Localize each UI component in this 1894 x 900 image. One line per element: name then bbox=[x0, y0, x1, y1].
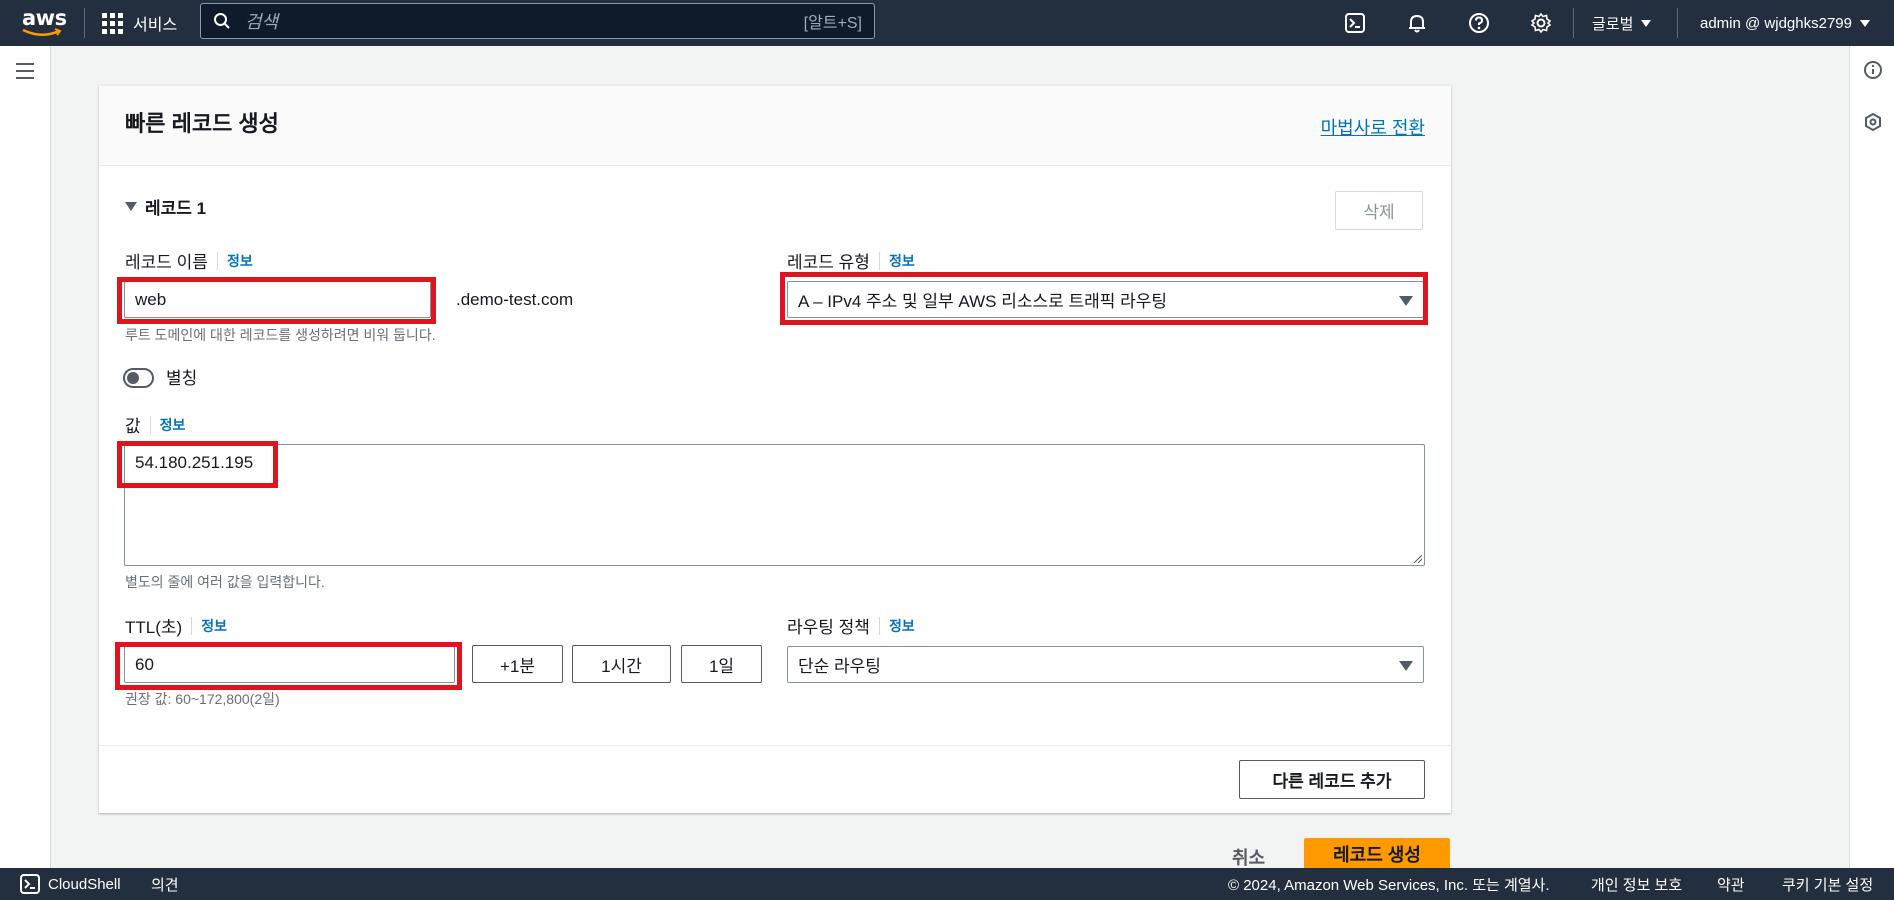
privacy-link[interactable]: 개인 정보 보호 bbox=[1591, 868, 1682, 900]
record-name-label-text: 레코드 이름 bbox=[125, 253, 208, 272]
chevron-down-icon bbox=[1641, 19, 1652, 27]
ttl-label: TTL(초) 정보 bbox=[125, 613, 227, 638]
create-records-button[interactable]: 레코드 생성 bbox=[1304, 838, 1450, 870]
top-navigation: aws 서비스 검색 [알트+S] 글로벌 admin @ wjdghks279… bbox=[0, 0, 1894, 46]
delete-button[interactable]: 삭제 bbox=[1335, 191, 1423, 230]
record-name-info-link[interactable]: 정보 bbox=[216, 251, 253, 270]
value-label: 값 정보 bbox=[125, 412, 185, 437]
aws-smile-icon bbox=[22, 28, 62, 36]
cancel-button[interactable]: 취소 bbox=[1232, 844, 1265, 870]
routing-policy-info-link[interactable]: 정보 bbox=[878, 616, 915, 635]
record-name-label: 레코드 이름 정보 bbox=[125, 248, 253, 273]
domain-suffix: .demo-test.com bbox=[456, 290, 574, 309]
toggle-knob bbox=[127, 372, 139, 384]
ttl-hint: 권장 값: 60~172,800(2일) bbox=[125, 691, 280, 707]
quick-create-record-panel: 빠른 레코드 생성 마법사로 전환 레코드 1 삭제 레코드 이름 정보 web… bbox=[99, 85, 1451, 813]
ttl-1-day-button[interactable]: 1일 bbox=[681, 645, 762, 683]
routing-policy-select[interactable]: 단순 라우팅 bbox=[787, 646, 1424, 683]
search-icon bbox=[214, 13, 230, 29]
services-grid-icon bbox=[102, 12, 123, 34]
ttl-info-link[interactable]: 정보 bbox=[191, 616, 227, 635]
resize-handle-icon[interactable] bbox=[1412, 553, 1422, 563]
nav-divider bbox=[1677, 8, 1678, 38]
record-name-hint: 루트 도메인에 대한 레코드를 생성하려면 비워 둡니다. bbox=[125, 327, 436, 343]
aws-logo[interactable]: aws bbox=[18, 6, 68, 40]
menu-icon[interactable] bbox=[16, 63, 34, 84]
value-info-link[interactable]: 정보 bbox=[149, 415, 185, 434]
panel-footer-divider bbox=[99, 745, 1451, 746]
cloudshell-label: CloudShell bbox=[48, 875, 121, 893]
caret-down-icon bbox=[125, 202, 137, 211]
routing-policy-value: 단순 라우팅 bbox=[798, 657, 881, 676]
search-placeholder: 검색 bbox=[245, 12, 279, 32]
copyright-text: © 2024, Amazon Web Services, Inc. 또는 계열사… bbox=[1228, 876, 1550, 894]
info-icon[interactable] bbox=[1863, 60, 1883, 80]
record-1-expander[interactable]: 레코드 1 bbox=[125, 194, 206, 219]
value-text: 54.180.251.195 bbox=[135, 453, 254, 472]
bell-icon[interactable] bbox=[1403, 9, 1431, 37]
account-label: admin @ wjdghks2799 bbox=[1700, 14, 1852, 32]
left-navigation-rail bbox=[0, 46, 51, 868]
caret-down-icon bbox=[1399, 660, 1413, 671]
alias-label: 별칭 bbox=[166, 369, 198, 388]
value-hint: 별도의 줄에 여러 값을 입력합니다. bbox=[125, 574, 325, 590]
hexagon-icon[interactable] bbox=[1863, 112, 1883, 132]
right-tools-rail bbox=[1849, 46, 1894, 868]
switch-to-wizard-link[interactable]: 마법사로 전환 bbox=[1321, 114, 1425, 140]
search-shortcut: [알트+S] bbox=[803, 15, 862, 32]
panel-title: 빠른 레코드 생성 bbox=[125, 111, 279, 136]
caret-down-icon bbox=[1399, 295, 1413, 306]
ttl-label-text: TTL(초) bbox=[125, 618, 183, 637]
feedback-link[interactable]: 의견 bbox=[151, 868, 179, 900]
cloudshell-icon bbox=[20, 874, 40, 894]
gear-icon[interactable] bbox=[1527, 9, 1555, 37]
terms-link[interactable]: 약관 bbox=[1717, 868, 1745, 900]
nav-divider bbox=[84, 8, 85, 38]
record-type-label: 레코드 유형 정보 bbox=[787, 248, 915, 273]
routing-policy-label-text: 라우팅 정책 bbox=[787, 618, 870, 637]
cloudshell-icon[interactable] bbox=[1341, 9, 1369, 37]
footer: CloudShell 의견 © 2024, Amazon Web Service… bbox=[0, 868, 1894, 900]
record-name-input[interactable]: web bbox=[124, 281, 431, 318]
alias-toggle[interactable] bbox=[123, 368, 154, 388]
record-type-select[interactable]: A – IPv4 주소 및 일부 AWS 리소스로 트래픽 라우팅 bbox=[787, 281, 1424, 318]
value-label-text: 값 bbox=[125, 417, 141, 436]
ttl-1-minute-button[interactable]: +1분 bbox=[472, 645, 563, 683]
help-icon[interactable] bbox=[1465, 9, 1493, 37]
record-type-info-link[interactable]: 정보 bbox=[878, 251, 915, 270]
record-1-label: 레코드 1 bbox=[145, 199, 207, 218]
cookie-preferences-link[interactable]: 쿠키 기본 설정 bbox=[1782, 868, 1873, 900]
chevron-down-icon bbox=[1859, 19, 1870, 27]
cloudshell-footer-button[interactable]: CloudShell bbox=[20, 868, 121, 900]
services-label: 서비스 bbox=[133, 17, 178, 34]
services-menu-button[interactable]: 서비스 bbox=[102, 0, 177, 46]
region-label: 글로벌 bbox=[1592, 15, 1634, 33]
aws-logo-text: aws bbox=[22, 6, 67, 30]
record-type-label-text: 레코드 유형 bbox=[787, 253, 870, 272]
region-selector[interactable]: 글로벌 bbox=[1592, 0, 1652, 46]
routing-policy-label: 라우팅 정책 정보 bbox=[787, 613, 915, 638]
ttl-1-hour-button[interactable]: 1시간 bbox=[572, 645, 671, 683]
search-input[interactable]: 검색 [알트+S] bbox=[200, 3, 875, 39]
account-menu[interactable]: admin @ wjdghks2799 bbox=[1700, 0, 1870, 46]
nav-divider bbox=[1573, 8, 1574, 38]
panel-header: 빠른 레코드 생성 마법사로 전환 bbox=[99, 86, 1451, 166]
ttl-input[interactable]: 60 bbox=[124, 646, 455, 683]
record-type-value: A – IPv4 주소 및 일부 AWS 리소스로 트래픽 라우팅 bbox=[798, 292, 1168, 311]
value-textarea[interactable]: 54.180.251.195 bbox=[124, 444, 1425, 566]
add-another-record-button[interactable]: 다른 레코드 추가 bbox=[1239, 760, 1425, 799]
